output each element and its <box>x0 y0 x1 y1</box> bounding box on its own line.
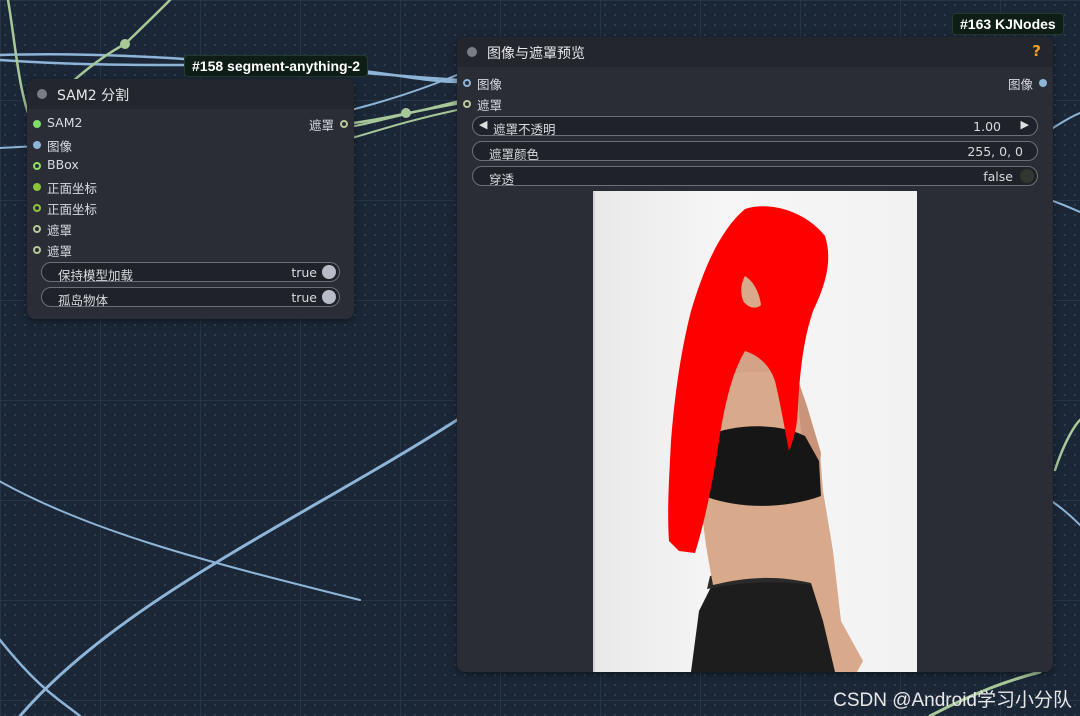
input-slot-bbox[interactable]: BBox <box>33 157 79 175</box>
preview-illustration <box>668 206 863 672</box>
individual-objects-toggle[interactable]: 孤岛物体 true <box>41 287 340 308</box>
slot-dot-icon[interactable] <box>33 141 41 149</box>
output-slot-image[interactable]: 图像 <box>987 74 1047 92</box>
node-id-badge-163: #163 KJNodes <box>952 13 1064 35</box>
sam2-node-header[interactable]: SAM2 分割 <box>27 79 354 109</box>
toggle-knob-icon[interactable] <box>322 290 336 304</box>
input-slot-mask-2[interactable]: 遮罩 <box>33 241 72 259</box>
toggle-knob-icon[interactable] <box>1020 169 1034 183</box>
increment-arrow-icon[interactable]: ▶ <box>1021 118 1029 131</box>
slot-label: 正面坐标 <box>47 202 98 217</box>
widget-label: 穿透 <box>489 172 515 187</box>
input-slot-mask[interactable]: 遮罩 <box>463 95 502 113</box>
input-slot-sam2[interactable]: SAM2 <box>33 115 82 133</box>
toggle-knob-icon[interactable] <box>322 265 336 279</box>
sam2-segmentation-node[interactable]: SAM2 分割 SAM2 图像 BBox 正面坐标 正面坐标 遮罩 遮罩 遮罩 … <box>27 79 354 319</box>
slot-dot-icon[interactable] <box>33 183 41 191</box>
input-slot-positive-coords[interactable]: 正面坐标 <box>33 178 97 196</box>
slot-label: 正面坐标 <box>47 181 98 196</box>
slot-ring-icon[interactable] <box>33 204 41 212</box>
widget-label: 遮罩颜色 <box>489 147 540 162</box>
slot-ring-icon[interactable] <box>463 100 471 108</box>
collapse-dot-icon[interactable] <box>467 47 477 57</box>
help-icon[interactable]: ? <box>1032 42 1041 60</box>
mask-opacity-slider[interactable]: ◀ 遮罩不透明 1.00 ▶ <box>472 116 1038 137</box>
slot-ring-icon[interactable] <box>463 79 471 87</box>
watermark-text: CSDN @Android学习小分队 <box>833 690 1072 711</box>
widget-value: true <box>291 265 317 280</box>
slot-dot-icon[interactable] <box>33 120 41 128</box>
input-slot-positive-coords-2[interactable]: 正面坐标 <box>33 199 97 217</box>
widget-value: 1.00 <box>973 119 1001 134</box>
output-slot-mask[interactable]: 遮罩 <box>288 115 348 133</box>
widget-value: 255, 0, 0 <box>967 144 1023 159</box>
keep-model-loaded-toggle[interactable]: 保持模型加载 true <box>41 262 340 283</box>
widget-value: true <box>291 290 317 305</box>
input-slot-image[interactable]: 图像 <box>463 74 502 92</box>
widget-label: 保持模型加载 <box>58 268 134 283</box>
slot-ring-icon[interactable] <box>340 120 348 128</box>
pass-through-toggle[interactable]: 穿透 false <box>472 166 1038 187</box>
mask-color-field[interactable]: 遮罩颜色 255, 0, 0 <box>472 141 1038 162</box>
collapse-dot-icon[interactable] <box>37 89 47 99</box>
slot-ring-icon[interactable] <box>33 162 41 170</box>
slot-dot-icon[interactable] <box>1039 79 1047 87</box>
sam2-node-title: SAM2 分割 <box>57 88 130 104</box>
input-slot-image[interactable]: 图像 <box>33 136 72 154</box>
preview-node-title: 图像与遮罩预览 <box>487 46 585 62</box>
node-id-badge-158: #158 segment-anything-2 <box>184 55 369 77</box>
input-slot-mask[interactable]: 遮罩 <box>33 220 72 238</box>
mask-preview-image <box>593 191 917 672</box>
widget-label: 孤岛物体 <box>58 293 109 308</box>
decrement-arrow-icon[interactable]: ◀ <box>479 118 487 131</box>
widget-value: false <box>983 169 1013 184</box>
slot-ring-icon[interactable] <box>33 225 41 233</box>
widget-label: 遮罩不透明 <box>493 122 556 137</box>
slot-ring-icon[interactable] <box>33 246 41 254</box>
preview-node-header[interactable]: 图像与遮罩预览 ? <box>457 37 1053 67</box>
image-mask-preview-node[interactable]: 图像与遮罩预览 ? 图像 遮罩 图像 ◀ 遮罩不透明 1.00 ▶ 遮罩颜色 2… <box>457 37 1053 672</box>
